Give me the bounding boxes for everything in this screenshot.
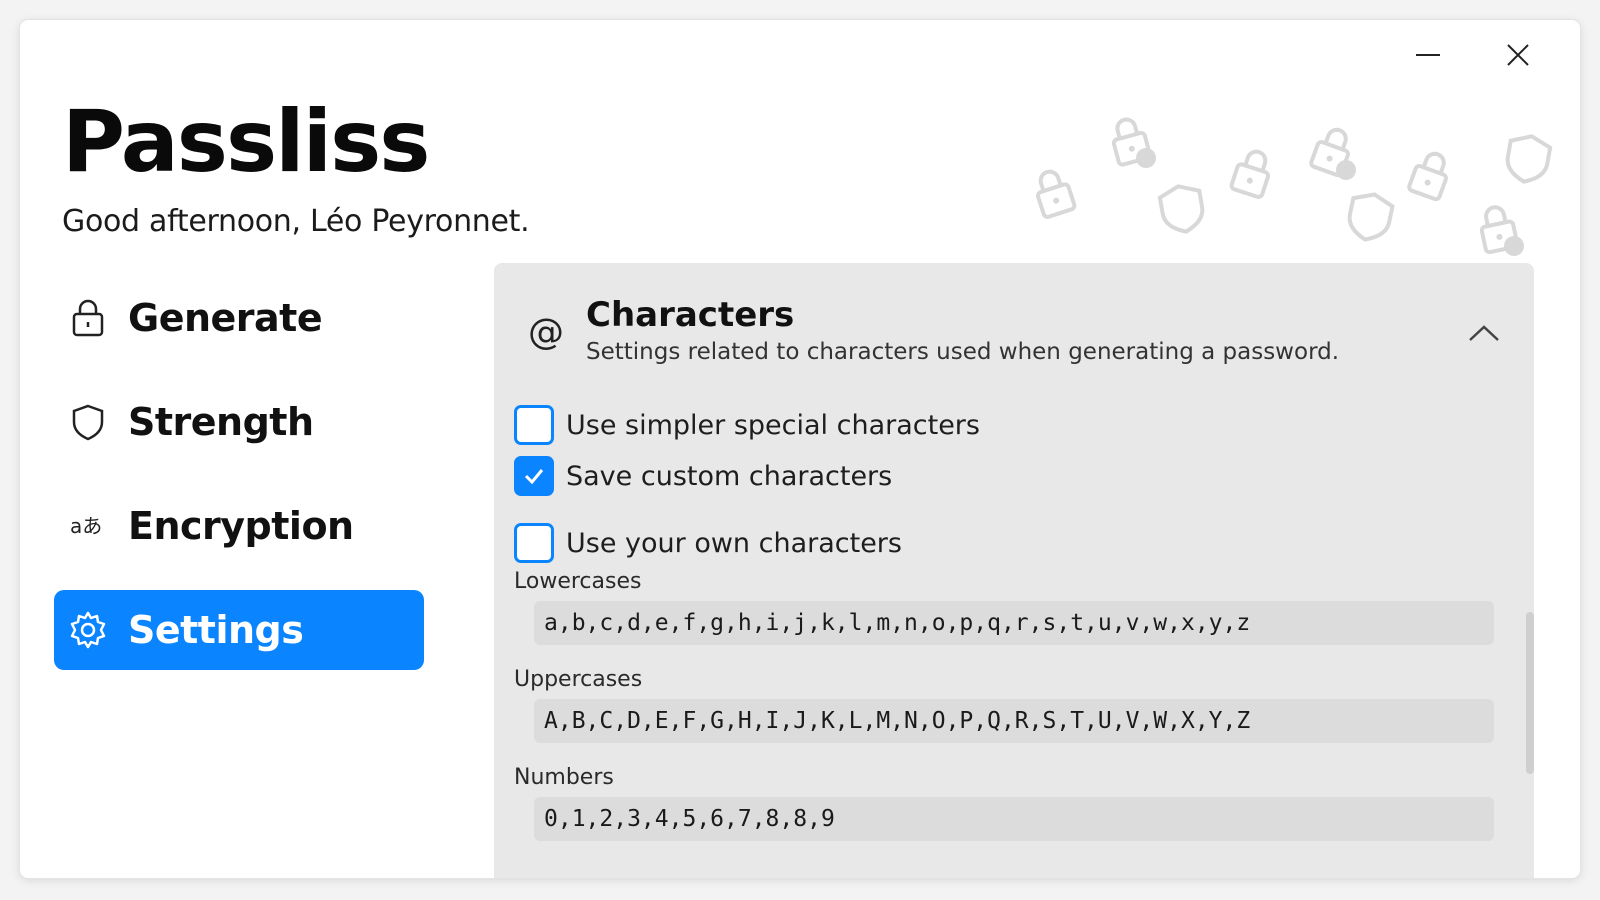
nav-item-encryption[interactable]: aあ Encryption (54, 486, 424, 566)
uppercases-input[interactable] (534, 699, 1494, 743)
save-custom-characters-checkbox-row[interactable]: Save custom characters (514, 456, 892, 496)
collapse-button[interactable] (1464, 317, 1504, 349)
simpler-special-characters-label: Use simpler special characters (566, 409, 980, 441)
close-icon (1507, 44, 1529, 66)
sidebar-nav: Generate Strength aあ Encryption Settings (54, 278, 424, 694)
nav-item-settings[interactable]: Settings (54, 590, 424, 670)
shield-icon (1502, 130, 1554, 188)
gear-icon (68, 610, 108, 650)
app-title: Passliss (62, 92, 430, 192)
save-custom-characters-label: Save custom characters (566, 460, 893, 492)
nav-label-encryption: Encryption (128, 504, 354, 548)
panel-title: Characters (586, 295, 795, 335)
checkmark-icon (524, 469, 544, 485)
use-own-characters-checkbox[interactable] (514, 523, 554, 563)
panel-description: Settings related to characters used when… (586, 339, 1340, 365)
numbers-input[interactable] (534, 797, 1494, 841)
app-window: Passliss Good afternoon, Léo Peyronnet. (20, 20, 1580, 878)
use-own-characters-label: Use your own characters (566, 527, 902, 559)
svg-text:aあ: aあ (70, 514, 102, 538)
shield-icon (1343, 188, 1397, 246)
use-own-characters-checkbox-row[interactable]: Use your own characters (514, 523, 902, 563)
characters-settings-panel: @ Characters Settings related to charact… (494, 263, 1534, 878)
shield-icon (68, 402, 108, 442)
save-custom-characters-checkbox[interactable] (514, 456, 554, 496)
lock-icon (1228, 145, 1277, 200)
decorative-lock-shield-pattern (1029, 113, 1554, 256)
lock-icon (1029, 165, 1078, 220)
lowercases-input[interactable] (534, 601, 1494, 645)
lowercases-label: Lowercases (514, 569, 642, 594)
translate-icon: aあ (68, 506, 108, 546)
nav-label-settings: Settings (128, 608, 304, 652)
numbers-label: Numbers (514, 765, 614, 790)
close-button[interactable] (1498, 40, 1538, 70)
nav-item-strength[interactable]: Strength (54, 382, 424, 462)
uppercases-label: Uppercases (514, 667, 643, 692)
minimize-button[interactable] (1408, 40, 1448, 70)
at-icon: @ (528, 312, 564, 353)
minimize-icon (1416, 54, 1440, 56)
chevron-up-icon (1469, 325, 1499, 341)
simpler-special-characters-checkbox-row[interactable]: Use simpler special characters (514, 405, 980, 445)
lock-icon (68, 298, 108, 338)
simpler-special-characters-checkbox[interactable] (514, 405, 554, 445)
lock-icon (1406, 146, 1455, 203)
nav-label-strength: Strength (128, 400, 314, 444)
panel-scrollbar[interactable] (1526, 612, 1534, 774)
panel-header: @ Characters Settings related to charact… (524, 295, 1504, 375)
nav-label-generate: Generate (128, 296, 323, 340)
shield-icon (1156, 180, 1208, 238)
greeting-text: Good afternoon, Léo Peyronnet. (62, 204, 530, 239)
nav-item-generate[interactable]: Generate (54, 278, 424, 358)
